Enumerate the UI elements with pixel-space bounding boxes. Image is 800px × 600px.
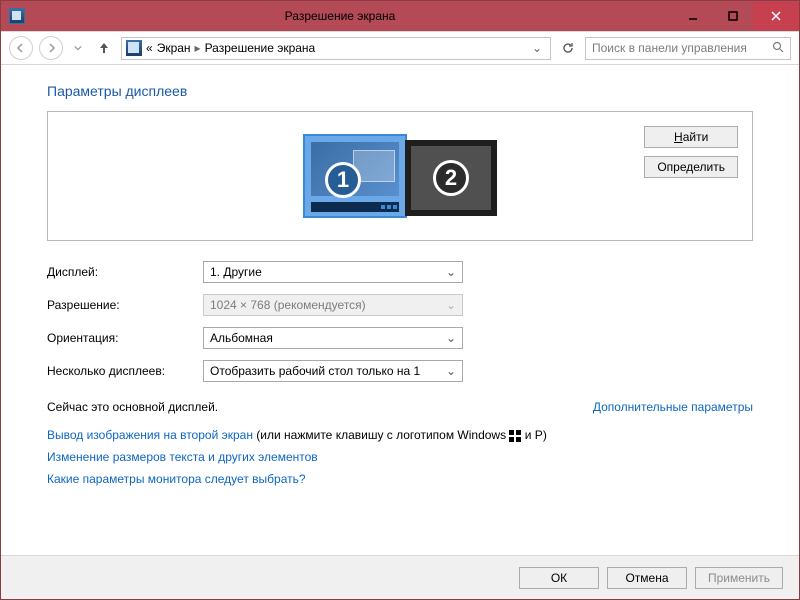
apply-button: Применить bbox=[695, 567, 783, 589]
multiple-displays-label: Несколько дисплеев: bbox=[47, 364, 203, 378]
titlebar[interactable]: Разрешение экрана bbox=[1, 1, 799, 31]
search-icon bbox=[772, 41, 784, 56]
history-dropdown[interactable] bbox=[69, 39, 87, 57]
orientation-label: Ориентация: bbox=[47, 331, 203, 345]
minimize-button[interactable] bbox=[673, 2, 713, 30]
refresh-button[interactable] bbox=[557, 37, 579, 59]
close-button[interactable] bbox=[753, 2, 799, 30]
detect-button[interactable]: Найти bbox=[644, 126, 738, 148]
monitor-number-badge: 2 bbox=[433, 160, 469, 196]
which-settings-link[interactable]: Какие параметры монитора следует выбрать… bbox=[47, 472, 306, 486]
breadcrumb-item[interactable]: Экран bbox=[157, 41, 191, 55]
monitor-number-badge: 1 bbox=[325, 162, 361, 198]
chevron-down-icon: ⌄ bbox=[446, 265, 456, 279]
text-size-link[interactable]: Изменение размеров текста и других элеме… bbox=[47, 450, 318, 464]
back-button[interactable] bbox=[9, 36, 33, 60]
project-second-screen-link[interactable]: Вывод изображения на второй экран bbox=[47, 428, 253, 442]
monitor-2[interactable]: 2 bbox=[405, 140, 497, 216]
chevron-down-icon[interactable]: ⌄ bbox=[532, 41, 546, 55]
window: Разрешение экрана « Экран ▸ Разрешение э… bbox=[0, 0, 800, 600]
select-value: Отобразить рабочий стол только на 1 bbox=[210, 364, 420, 378]
resolution-label: Разрешение: bbox=[47, 298, 203, 312]
select-value: 1024 × 768 (рекомендуется) bbox=[210, 298, 366, 312]
display-icon bbox=[126, 40, 142, 56]
select-value: Альбомная bbox=[210, 331, 273, 345]
monitor-1[interactable]: 1 bbox=[303, 134, 407, 218]
select-value: 1. Другие bbox=[210, 265, 262, 279]
chevron-down-icon: ⌄ bbox=[446, 364, 456, 378]
ok-button[interactable]: ОК bbox=[519, 567, 599, 589]
orientation-select[interactable]: Альбомная ⌄ bbox=[203, 327, 463, 349]
nav-bar: « Экран ▸ Разрешение экрана ⌄ bbox=[1, 31, 799, 65]
window-title: Разрешение экрана bbox=[1, 9, 679, 23]
display-preview-box: 1 2 Найти Определить bbox=[47, 111, 753, 241]
chevron-down-icon: ⌄ bbox=[446, 298, 456, 312]
multiple-displays-select[interactable]: Отобразить рабочий стол только на 1 ⌄ bbox=[203, 360, 463, 382]
chevron-down-icon: ⌄ bbox=[446, 331, 456, 345]
primary-display-note: Сейчас это основной дисплей. bbox=[47, 400, 218, 414]
breadcrumb-prefix: « bbox=[146, 41, 153, 55]
settings-form: Дисплей: 1. Другие ⌄ Разрешение: 1024 × … bbox=[47, 261, 753, 382]
maximize-button[interactable] bbox=[713, 2, 753, 30]
dialog-footer: ОК Отмена Применить bbox=[1, 555, 799, 599]
breadcrumb-item[interactable]: Разрешение экрана bbox=[205, 41, 316, 55]
up-button[interactable] bbox=[93, 37, 115, 59]
identify-button[interactable]: Определить bbox=[644, 156, 738, 178]
page-heading: Параметры дисплеев bbox=[47, 83, 753, 99]
forward-button[interactable] bbox=[39, 36, 63, 60]
caption-buttons bbox=[673, 2, 799, 30]
resolution-select: 1024 × 768 (рекомендуется) ⌄ bbox=[203, 294, 463, 316]
breadcrumb[interactable]: « Экран ▸ Разрешение экрана ⌄ bbox=[121, 37, 551, 60]
project-suffix2: и P) bbox=[521, 428, 546, 442]
display-select[interactable]: 1. Другие ⌄ bbox=[203, 261, 463, 283]
display-label: Дисплей: bbox=[47, 265, 203, 279]
search-box[interactable] bbox=[585, 37, 791, 60]
search-input[interactable] bbox=[592, 41, 768, 55]
advanced-settings-link[interactable]: Дополнительные параметры bbox=[593, 400, 753, 414]
chevron-right-icon: ▸ bbox=[195, 41, 201, 55]
content-area: Параметры дисплеев 1 2 Найти Определить bbox=[1, 65, 799, 599]
cancel-button[interactable]: Отмена bbox=[607, 567, 687, 589]
project-suffix: (или нажмите клавишу с логотипом Windows bbox=[253, 428, 509, 442]
windows-logo-icon bbox=[509, 430, 521, 442]
monitor-layout[interactable]: 1 2 bbox=[303, 134, 497, 218]
